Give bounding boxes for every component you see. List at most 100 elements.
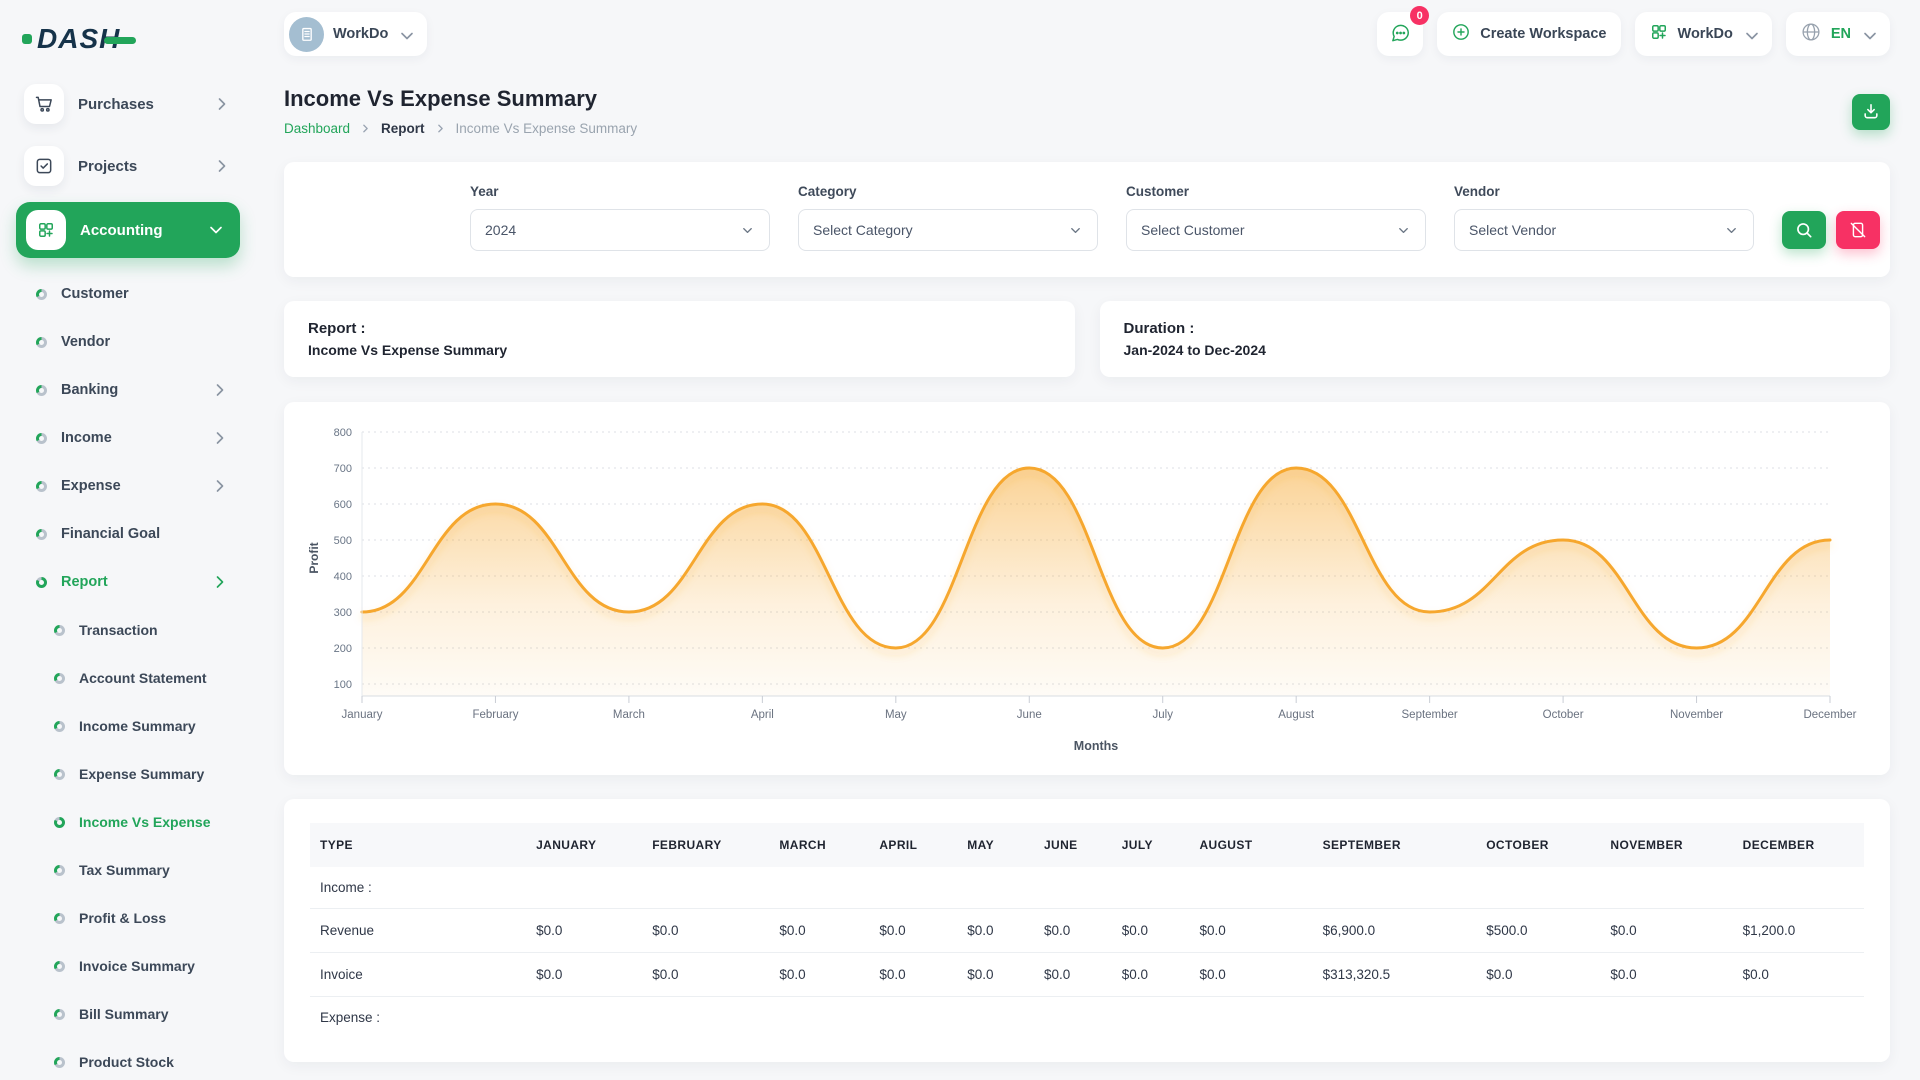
- chevron-right-icon: [210, 380, 230, 400]
- sidebar-item-income-vs-expense[interactable]: Income Vs Expense: [6, 798, 250, 846]
- column-header-december: DECEMBER: [1733, 823, 1864, 867]
- filter-label: Customer: [1126, 184, 1426, 199]
- row-type: Revenue: [310, 909, 526, 953]
- sidebar-item-label: Report: [61, 574, 108, 590]
- summary-cards: Report : Income Vs Expense Summary Durat…: [284, 301, 1890, 377]
- topbar: WorkDo 0 Create Workspace WorkDo: [256, 0, 1920, 58]
- reset-filter-icon: [1848, 220, 1868, 240]
- breadcrumb-report[interactable]: Report: [381, 121, 425, 136]
- filter-field-year: Year2024: [470, 184, 770, 251]
- sidebar-item-expense[interactable]: Expense: [6, 462, 250, 510]
- reset-filter-button[interactable]: [1836, 211, 1880, 249]
- svg-text:August: August: [1278, 709, 1315, 721]
- sidebar-item-label: Projects: [78, 158, 198, 175]
- sidebar-item-income-summary[interactable]: Income Summary: [6, 702, 250, 750]
- sidebar-item-projects[interactable]: Projects: [12, 140, 244, 192]
- customer-select[interactable]: Select Customer: [1126, 209, 1426, 251]
- sidebar-item-financial-goal[interactable]: Financial Goal: [6, 510, 250, 558]
- sidebar-item-label: Product Stock: [79, 1054, 174, 1070]
- download-icon: [1861, 101, 1881, 124]
- chevron-down-icon: [1742, 26, 1758, 42]
- sidebar-item-customer[interactable]: Customer: [6, 270, 250, 318]
- breadcrumb-separator-icon: [359, 122, 372, 135]
- bullet-icon: [36, 529, 47, 540]
- svg-text:June: June: [1017, 709, 1042, 721]
- selected-value: Select Vendor: [1469, 222, 1556, 238]
- download-report-button[interactable]: [1852, 94, 1890, 130]
- bullet-icon: [54, 913, 65, 924]
- cell-value: $0.0: [957, 909, 1034, 953]
- sidebar-item-label: Bill Summary: [79, 1006, 168, 1022]
- cell-value: $0.0: [1189, 909, 1312, 953]
- bullet-icon: [54, 673, 65, 684]
- language-dropdown[interactable]: EN: [1786, 12, 1890, 56]
- column-header-january: JANUARY: [526, 823, 642, 867]
- checksq-icon-box: [24, 146, 64, 186]
- page-header: Income Vs Expense Summary DashboardRepor…: [284, 86, 1890, 136]
- year-select[interactable]: 2024: [470, 209, 770, 251]
- messages-button[interactable]: 0: [1377, 12, 1423, 56]
- workspace-switcher[interactable]: WorkDo: [284, 12, 427, 56]
- svg-text:200: 200: [334, 643, 352, 655]
- chevron-right-icon: [212, 156, 232, 176]
- sidebar-item-accounting[interactable]: Accounting: [16, 202, 240, 258]
- svg-text:March: March: [613, 709, 645, 721]
- sidebar-item-banking[interactable]: Banking: [6, 366, 250, 414]
- sidebar-item-account-statement[interactable]: Account Statement: [6, 654, 250, 702]
- sidebar-item-vendor[interactable]: Vendor: [6, 318, 250, 366]
- svg-text:300: 300: [334, 607, 352, 619]
- row-type: Invoice: [310, 953, 526, 997]
- grid-plus-icon-box: [26, 210, 66, 250]
- svg-text:600: 600: [334, 499, 352, 511]
- sidebar-item-bill-summary[interactable]: Bill Summary: [6, 990, 250, 1038]
- cell-value: $0.0: [869, 953, 957, 997]
- cart-icon: [34, 94, 54, 114]
- bullet-icon: [54, 1009, 65, 1020]
- vendor-select[interactable]: Select Vendor: [1454, 209, 1754, 251]
- chevron-down-icon: [206, 220, 226, 240]
- logo-dot-icon: [22, 34, 32, 44]
- bullet-icon: [54, 721, 65, 732]
- app-root: DASH Purchases Projects Accounting Customer…: [0, 0, 1920, 1080]
- create-workspace-button[interactable]: Create Workspace: [1437, 12, 1620, 56]
- svg-text:November: November: [1670, 709, 1723, 721]
- sidebar-item-transaction[interactable]: Transaction: [6, 606, 250, 654]
- sidebar-item-profit-loss[interactable]: Profit & Loss: [6, 894, 250, 942]
- table-header-row: TYPEJANUARYFEBRUARYMARCHAPRILMAYJUNEJULY…: [310, 823, 1864, 867]
- page-content: Income Vs Expense Summary DashboardRepor…: [256, 86, 1920, 1062]
- svg-text:100: 100: [334, 679, 352, 691]
- apps-label: WorkDo: [1678, 26, 1733, 42]
- group-label: Income :: [310, 867, 526, 909]
- group-label: Expense :: [310, 997, 526, 1039]
- sidebar-item-invoice-summary[interactable]: Invoice Summary: [6, 942, 250, 990]
- workspace-name: WorkDo: [333, 26, 388, 42]
- sidebar-item-income[interactable]: Income: [6, 414, 250, 462]
- breadcrumb: DashboardReportIncome Vs Expense Summary: [284, 121, 637, 136]
- bullet-icon: [54, 817, 65, 828]
- bullet-icon: [54, 625, 65, 636]
- table-group-row-income: Income :: [310, 867, 1864, 909]
- bullet-icon: [36, 481, 47, 492]
- category-select[interactable]: Select Category: [798, 209, 1098, 251]
- grid-plus-icon: [36, 220, 56, 240]
- sidebar-item-tax-summary[interactable]: Tax Summary: [6, 846, 250, 894]
- column-header-type: TYPE: [310, 823, 526, 867]
- cell-value: $0.0: [1600, 909, 1732, 953]
- sidebar-item-report[interactable]: Report: [6, 558, 250, 606]
- sidebar-item-purchases[interactable]: Purchases: [12, 78, 244, 130]
- filter-field-customer: Customer Select Customer: [1126, 184, 1426, 251]
- language-code: EN: [1831, 26, 1851, 42]
- apps-dropdown[interactable]: WorkDo: [1635, 12, 1772, 56]
- sidebar: DASH Purchases Projects Accounting Customer…: [0, 0, 256, 1080]
- sidebar-item-label: Financial Goal: [61, 526, 160, 542]
- cell-value: $0.0: [1189, 953, 1312, 997]
- cell-value: $0.0: [1112, 909, 1190, 953]
- apply-filter-button[interactable]: [1782, 211, 1826, 249]
- breadcrumb-dashboard[interactable]: Dashboard: [284, 121, 350, 136]
- sidebar-item-label: Expense Summary: [79, 766, 204, 782]
- sidebar-item-product-stock[interactable]: Product Stock: [6, 1038, 250, 1080]
- filter-card: Year2024CategorySelect CategoryCustomerS…: [284, 162, 1890, 277]
- brand-logo[interactable]: DASH: [0, 10, 256, 68]
- sidebar-item-expense-summary[interactable]: Expense Summary: [6, 750, 250, 798]
- sidebar-item-label: Account Statement: [79, 670, 207, 686]
